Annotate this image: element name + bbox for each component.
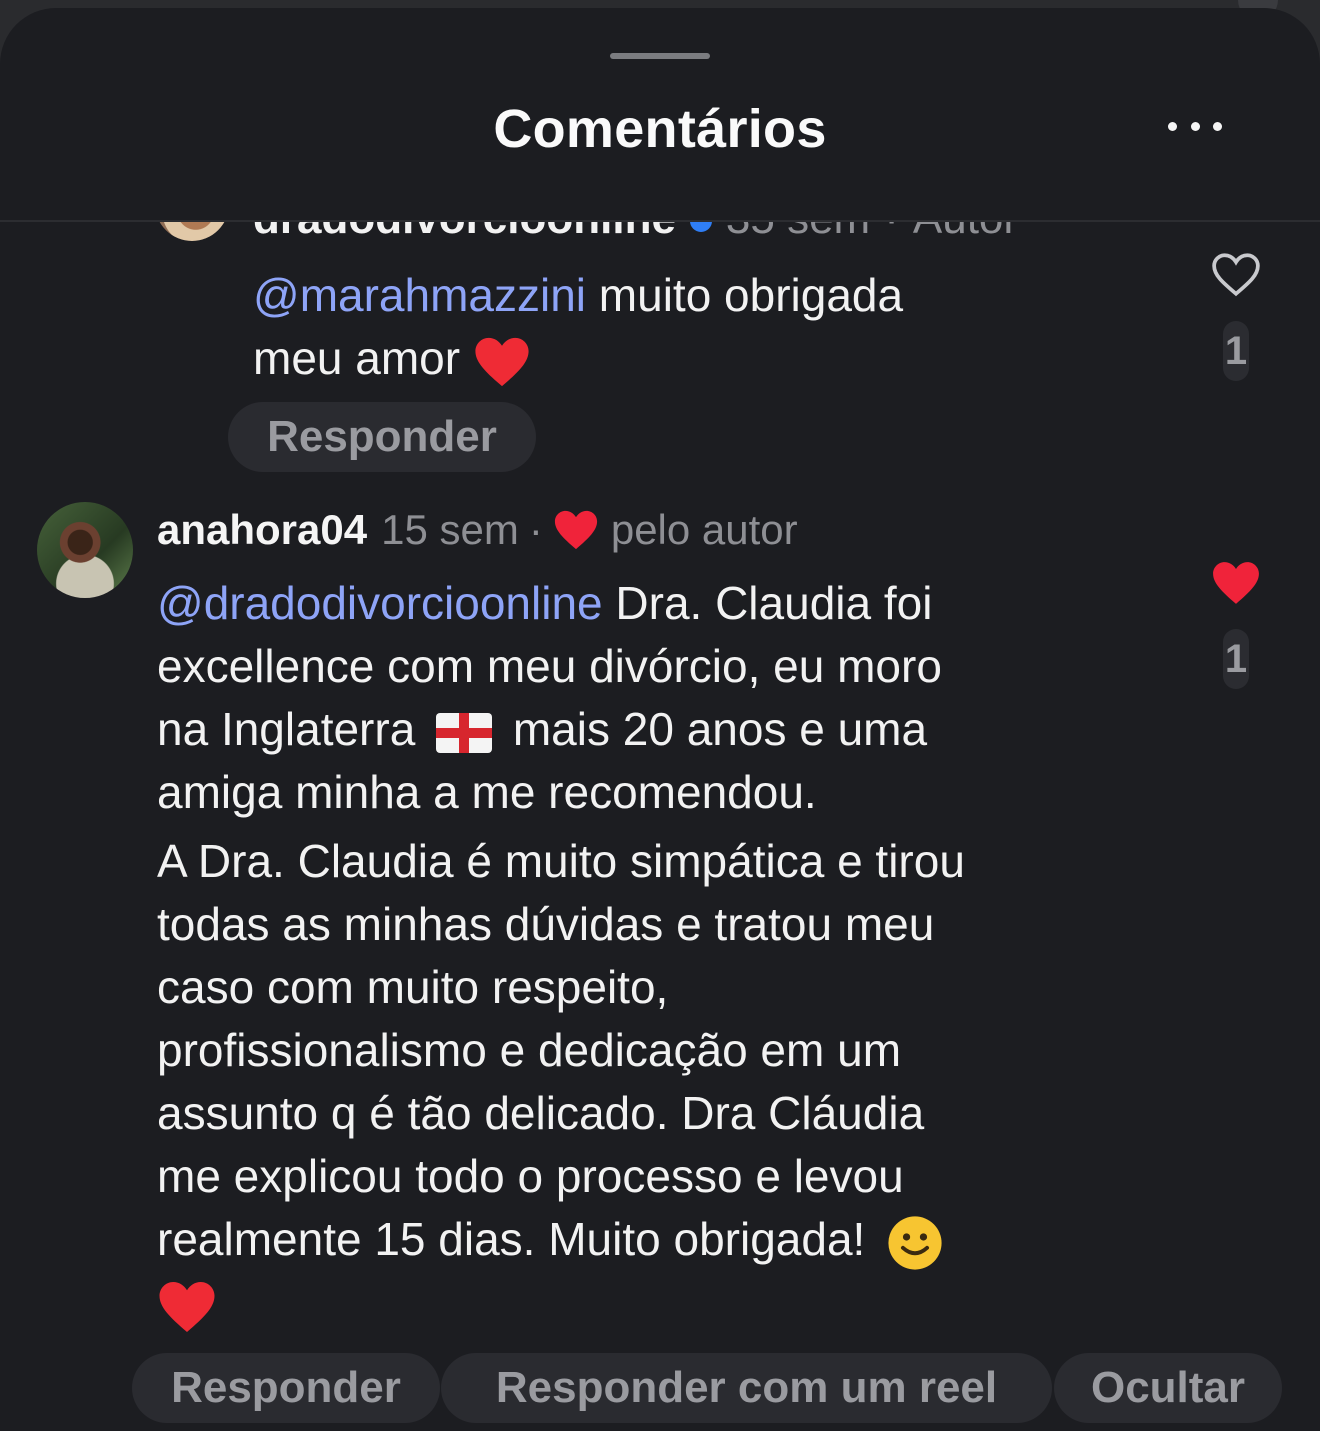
hide-comment-button[interactable]: Ocultar: [1054, 1353, 1282, 1423]
comment-username[interactable]: anahora04: [157, 506, 367, 554]
comment-text-line: profissionalismo e dedicação em um: [157, 1024, 902, 1076]
avatar[interactable]: [37, 502, 133, 598]
comment-text-line: me explicou todo o processo e levou: [157, 1150, 904, 1202]
comment-text-line: caso com muito respeito,: [157, 961, 669, 1013]
comment-text: @dradodivorcioonline Dra. Claudia foi ex…: [157, 572, 1157, 1341]
comment-text-line: na Inglaterra: [157, 703, 416, 755]
smile-emoji-icon: [888, 1216, 942, 1270]
verified-badge-icon: [689, 222, 712, 233]
comment-text-line: excellence com meu divórcio, eu moro: [157, 640, 942, 692]
like-count: 1: [1223, 321, 1249, 381]
comments-sheet: Comentários dradodivorcioonline 35 sem · Au…: [0, 8, 1320, 1431]
more-options-icon[interactable]: [1168, 120, 1222, 132]
reply-button[interactable]: Responder: [132, 1353, 440, 1423]
comment-text-line: muito obrigada: [586, 269, 904, 321]
like-count: 1: [1223, 629, 1249, 689]
comment-paragraph: @dradodivorcioonline Dra. Claudia foi ex…: [157, 572, 1157, 824]
heart-filled-icon[interactable]: [1211, 560, 1261, 606]
reply-with-reel-button[interactable]: Responder com um reel: [441, 1353, 1052, 1423]
comment-list[interactable]: dradodivorcioonline 35 sem · Autor @marahma…: [0, 222, 1320, 1431]
heart-outline-icon[interactable]: [1211, 252, 1261, 298]
mention-link[interactable]: @marahmazzini: [253, 269, 586, 321]
comment-text-line: todas as minhas dúvidas e tratou meu: [157, 898, 935, 950]
comment-text-line: realmente 15 dias. Muito obrigada!: [157, 1213, 866, 1265]
like-column: 1: [1206, 252, 1266, 381]
comment-text-line: mais 20 anos e uma: [500, 703, 928, 755]
comment-paragraph: A Dra. Claudia é muito simpática e tirou…: [157, 830, 1157, 1335]
comment-time: 35 sem: [726, 222, 870, 243]
comment-text-line: meu amor: [253, 332, 461, 384]
red-heart-emoji-icon: [475, 337, 529, 387]
comment-text-line: A Dra. Claudia é muito simpática e tirou: [157, 835, 965, 887]
reply-button[interactable]: Responder: [228, 402, 536, 472]
mention-link[interactable]: @dradodivorcioonline: [157, 577, 603, 629]
comment-separator: ·: [528, 506, 543, 553]
drag-handle[interactable]: [610, 53, 710, 59]
comment-time: 15 sem: [381, 506, 519, 553]
avatar[interactable]: [155, 222, 229, 241]
comment-header: anahora04 15 sem · pelo autor: [157, 506, 798, 554]
comment-username[interactable]: dradodivorcioonline: [253, 222, 676, 243]
comment-separator: ·: [884, 222, 899, 243]
heart-filled-icon: [554, 510, 597, 550]
like-column: 1: [1206, 560, 1266, 689]
comment-text: @marahmazzini muito obrigada meu amor: [253, 264, 1153, 390]
sheet-title: Comentários: [493, 99, 827, 159]
comment-header: dradodivorcioonline 35 sem · Autor: [253, 222, 1018, 244]
liked-by-author-label: pelo autor: [610, 506, 798, 553]
comment-text-line: amiga minha a me recomendou.: [157, 766, 817, 818]
author-tag: Autor: [913, 222, 1018, 243]
comment-text-line: Dra. Claudia foi: [602, 577, 933, 629]
comment-text-line: assunto q é tão delicado. Dra Cláudia: [157, 1087, 925, 1139]
red-heart-emoji-icon: [159, 1281, 215, 1332]
england-flag-icon: [436, 712, 493, 753]
